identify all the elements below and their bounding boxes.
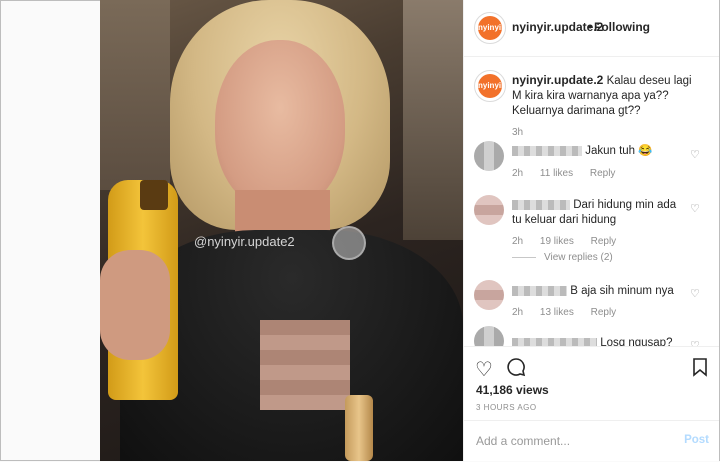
comment-like-icon[interactable]: ♡ — [690, 339, 700, 346]
comment-like-icon[interactable]: ♡ — [690, 148, 700, 161]
post-timestamp: 3 HOURS AGO — [476, 403, 537, 412]
author-avatar[interactable]: nyinyir — [474, 12, 506, 44]
video-control-dot[interactable] — [332, 226, 366, 260]
view-replies-button[interactable]: View replies (2) — [512, 252, 613, 263]
reply-button[interactable]: Reply — [591, 307, 617, 318]
comment-like-icon[interactable]: ♡ — [690, 287, 700, 300]
caption-username[interactable]: nyinyir.update.2 — [512, 73, 603, 87]
comment-time: 2h — [512, 236, 524, 247]
commenter-avatar[interactable] — [474, 141, 504, 171]
reply-button[interactable]: Reply — [591, 236, 617, 247]
censored-blur — [260, 320, 350, 410]
comment-meta: 2h 19 likes Reply — [512, 236, 630, 247]
comment-like-icon[interactable]: ♡ — [690, 202, 700, 215]
comment-icon[interactable] — [506, 357, 526, 383]
heart-icon[interactable]: ♡ — [475, 357, 493, 382]
avatar-logo: nyinyir — [478, 74, 504, 98]
post-video[interactable]: @nyinyir.update2 — [100, 0, 463, 461]
comment-likes[interactable]: 13 likes — [540, 307, 574, 318]
avatar-logo: nyinyir — [478, 16, 504, 40]
comment-text: Losq ngusap? — [512, 336, 682, 346]
comment-time: 2h — [512, 307, 524, 318]
comment-input[interactable] — [474, 433, 668, 449]
wristwatch — [345, 395, 373, 461]
comment-text: Dari hidung min ada tu keluar dari hidun… — [512, 199, 677, 226]
redacted-username — [512, 199, 570, 210]
commenter-avatar[interactable] — [474, 280, 504, 310]
video-watermark: @nyinyir.update2 — [194, 234, 295, 249]
redacted-username — [512, 285, 567, 296]
following-button[interactable]: Following — [594, 20, 650, 34]
background-cabinet-right — [403, 0, 463, 240]
view-count[interactable]: 41,186 views — [476, 383, 549, 397]
bookmark-icon[interactable] — [692, 357, 708, 383]
comment-text: B aja sih minum nya — [512, 284, 682, 299]
comment-time: 2h — [512, 168, 524, 179]
video-face — [215, 40, 345, 210]
bottle-cap — [140, 180, 168, 210]
background-cabinet — [100, 0, 170, 190]
comment-likes[interactable]: 11 likes — [540, 168, 573, 179]
post-side-panel: nyinyir nyinyir.update.2 • Following nyi… — [463, 0, 719, 461]
comment-likes[interactable]: 19 likes — [540, 236, 574, 247]
comments-list[interactable]: nyinyir nyinyir.update.2 Kalau deseu lag… — [464, 56, 719, 346]
commenter-avatar[interactable] — [474, 326, 504, 346]
comment-text: Jakun tuh 😂 — [512, 144, 682, 159]
redacted-username — [512, 145, 582, 156]
comment-meta: 2h 13 likes Reply — [512, 307, 630, 318]
post-caption: nyinyir.update.2 Kalau deseu lagi M kira… — [512, 73, 702, 119]
comment-meta: 2h 11 likes Reply — [512, 168, 629, 179]
header-separator: • — [588, 20, 593, 34]
post-header: nyinyir nyinyir.update.2 • Following — [464, 0, 719, 57]
caption-avatar[interactable]: nyinyir — [474, 70, 506, 102]
redacted-username — [512, 337, 597, 346]
reply-button[interactable]: Reply — [590, 168, 616, 179]
post-button[interactable]: Post — [684, 434, 709, 446]
hand — [100, 250, 170, 360]
caption-time: 3h — [512, 127, 524, 138]
post-actions: ♡ 41,186 views 3 HOURS AGO — [464, 346, 719, 417]
commenter-avatar[interactable] — [474, 195, 504, 225]
add-comment-bar: Post — [464, 420, 719, 462]
